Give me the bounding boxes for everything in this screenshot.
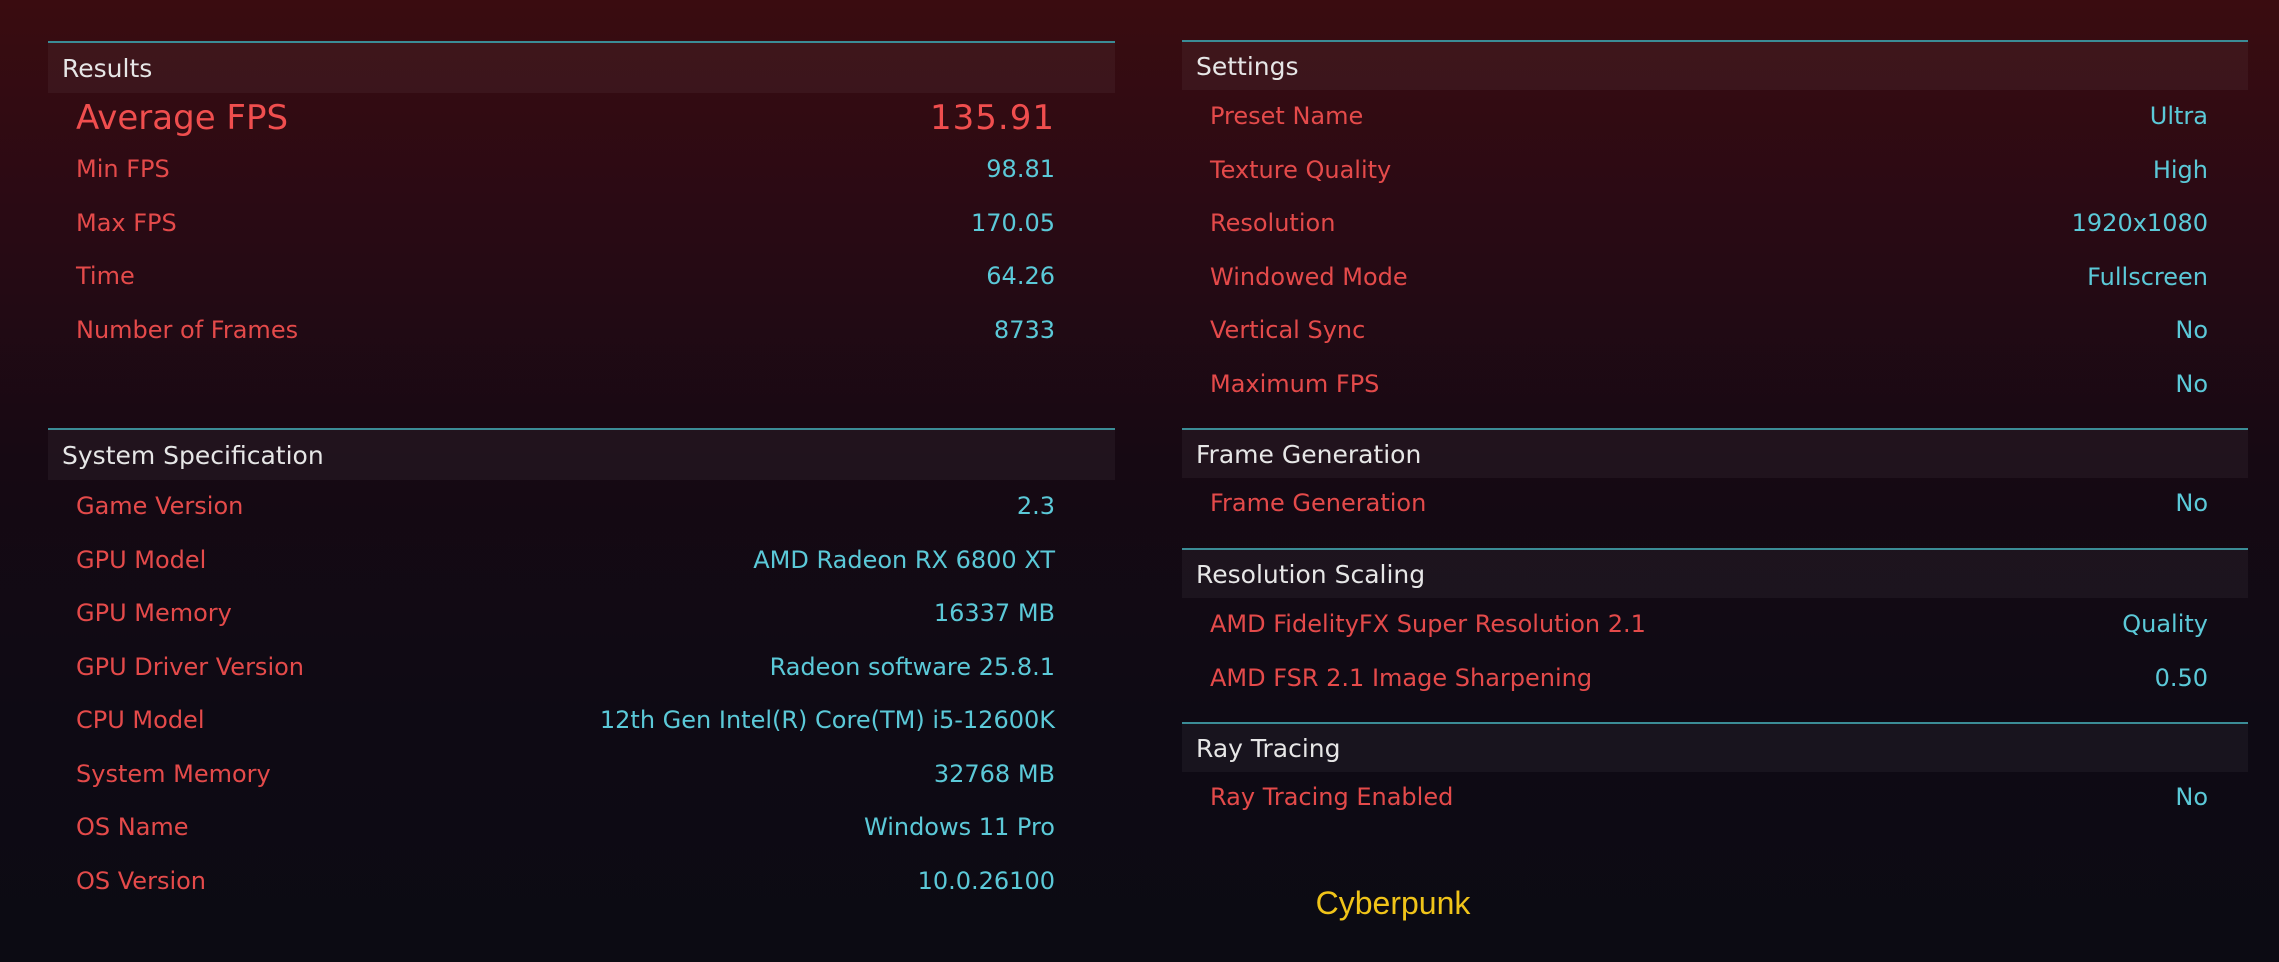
results-rows: Average FPS 135.91 Min FPS 98.81 Max FPS… <box>48 93 1115 357</box>
system-label: OS Version <box>76 866 207 895</box>
settings-label: Maximum FPS <box>1210 369 1380 398</box>
result-label: Number of Frames <box>76 315 299 344</box>
ray-tracing-value: No <box>2175 783 2208 811</box>
resolution-scaling-header: Resolution Scaling <box>1182 548 2248 598</box>
system-label: GPU Driver Version <box>76 652 304 681</box>
system-row-gpu-driver: GPU Driver Version Radeon software 25.8.… <box>48 641 1115 695</box>
result-label: Average FPS <box>76 98 289 138</box>
system-rows: Game Version 2.3 GPU Model AMD Radeon RX… <box>48 480 1115 908</box>
settings-row-windowed-mode: Windowed Mode Fullscreen <box>1182 251 2248 305</box>
settings-label: Windowed Mode <box>1210 262 1408 291</box>
caption: Cyberpunk <box>1315 885 1471 921</box>
settings-row-texture-quality: Texture Quality High <box>1182 144 2248 198</box>
settings-value: No <box>2175 316 2208 344</box>
result-label: Time <box>76 262 135 290</box>
system-row-os-version: OS Version 10.0.26100 <box>48 855 1115 909</box>
system-section: System Specification Game Version 2.3 GP… <box>48 428 1115 908</box>
settings-value: 1920x1080 <box>2071 209 2208 237</box>
system-row-os-name: OS Name Windows 11 Pro <box>48 801 1115 855</box>
resolution-scaling-label: AMD FSR 2.1 Image Sharpening <box>1210 663 1593 692</box>
frame-generation-row: Frame Generation No <box>1182 478 2248 528</box>
frame-generation-rows: Frame Generation No <box>1182 478 2248 528</box>
results-section: Results Average FPS 135.91 Min FPS 98.81… <box>48 41 1115 357</box>
settings-row-resolution: Resolution 1920x1080 <box>1182 197 2248 251</box>
result-value: 98.81 <box>986 155 1055 183</box>
system-value: 16337 MB <box>933 599 1055 627</box>
system-row-system-memory: System Memory 32768 MB <box>48 748 1115 802</box>
system-row-gpu-memory: GPU Memory 16337 MB <box>48 587 1115 641</box>
result-value: 8733 <box>993 315 1055 344</box>
settings-value: Fullscreen <box>2087 262 2208 291</box>
result-row-average-fps: Average FPS 135.91 <box>48 93 1115 143</box>
system-label: Game Version <box>76 492 244 520</box>
settings-row-preset: Preset Name Ultra <box>1182 90 2248 144</box>
resolution-scaling-value: 0.50 <box>2154 663 2208 692</box>
resolution-scaling-section: Resolution Scaling AMD FidelityFX Super … <box>1182 548 2248 705</box>
resolution-scaling-label: AMD FidelityFX Super Resolution 2.1 <box>1210 610 1646 638</box>
system-label: CPU Model <box>76 706 205 734</box>
frame-generation-header: Frame Generation <box>1182 428 2248 478</box>
settings-label: Vertical Sync <box>1210 316 1366 344</box>
settings-row-vertical-sync: Vertical Sync No <box>1182 304 2248 358</box>
settings-row-maximum-fps: Maximum FPS No <box>1182 358 2248 412</box>
settings-rows: Preset Name Ultra Texture Quality High R… <box>1182 90 2248 411</box>
settings-label: Resolution <box>1210 209 1336 237</box>
resolution-scaling-row-fsr: AMD FidelityFX Super Resolution 2.1 Qual… <box>1182 598 2248 652</box>
ray-tracing-rows: Ray Tracing Enabled No <box>1182 772 2248 822</box>
results-header: Results <box>48 41 1115 93</box>
system-value: Radeon software 25.8.1 <box>769 652 1055 681</box>
system-value: 10.0.26100 <box>917 866 1055 895</box>
settings-section: Settings Preset Name Ultra Texture Quali… <box>1182 40 2248 411</box>
system-row-gpu-model: GPU Model AMD Radeon RX 6800 XT <box>48 534 1115 588</box>
system-label: OS Name <box>76 813 189 841</box>
frame-generation-label: Frame Generation <box>1210 489 1427 517</box>
system-row-cpu-model: CPU Model 12th Gen Intel(R) Core(TM) i5-… <box>48 694 1115 748</box>
result-row-min-fps: Min FPS 98.81 <box>48 143 1115 197</box>
settings-header: Settings <box>1182 40 2248 90</box>
settings-value: No <box>2175 369 2208 398</box>
system-value: Windows 11 Pro <box>863 813 1055 841</box>
resolution-scaling-row-sharpening: AMD FSR 2.1 Image Sharpening 0.50 <box>1182 652 2248 706</box>
system-label: System Memory <box>76 759 271 788</box>
system-value: 12th Gen Intel(R) Core(TM) i5-12600K <box>599 706 1055 734</box>
ray-tracing-row: Ray Tracing Enabled No <box>1182 772 2248 822</box>
resolution-scaling-value: Quality <box>2122 610 2208 638</box>
result-label: Max FPS <box>76 208 177 237</box>
system-value: 32768 MB <box>933 759 1055 788</box>
result-value: 135.91 <box>930 98 1055 138</box>
settings-label: Texture Quality <box>1210 155 1392 184</box>
result-label: Min FPS <box>76 155 170 183</box>
system-value: 2.3 <box>1016 492 1055 520</box>
frame-generation-value: No <box>2175 489 2208 517</box>
result-row-max-fps: Max FPS 170.05 <box>48 197 1115 251</box>
ray-tracing-label: Ray Tracing Enabled <box>1210 783 1454 811</box>
settings-value: High <box>2152 155 2208 184</box>
system-label: GPU Model <box>76 545 207 574</box>
system-value: AMD Radeon RX 6800 XT <box>753 545 1055 574</box>
settings-value: Ultra <box>2149 102 2208 130</box>
ray-tracing-header: Ray Tracing <box>1182 722 2248 772</box>
settings-label: Preset Name <box>1210 102 1364 130</box>
result-value: 64.26 <box>986 262 1055 290</box>
result-row-frames: Number of Frames 8733 <box>48 304 1115 358</box>
result-row-time: Time 64.26 <box>48 250 1115 304</box>
ray-tracing-section: Ray Tracing Ray Tracing Enabled No <box>1182 722 2248 822</box>
frame-generation-section: Frame Generation Frame Generation No <box>1182 428 2248 528</box>
system-header: System Specification <box>48 428 1115 480</box>
system-row-game-version: Game Version 2.3 <box>48 480 1115 534</box>
system-label: GPU Memory <box>76 599 232 627</box>
result-value: 170.05 <box>971 208 1055 237</box>
resolution-scaling-rows: AMD FidelityFX Super Resolution 2.1 Qual… <box>1182 598 2248 705</box>
